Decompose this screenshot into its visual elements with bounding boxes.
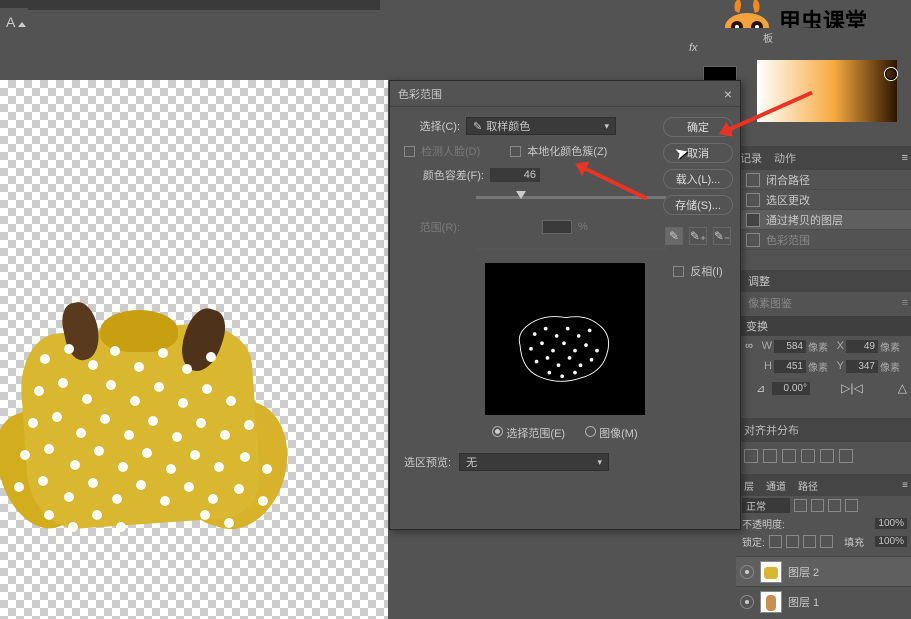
tab-history[interactable]: 记录 [740, 150, 762, 166]
filter-icon[interactable] [828, 499, 841, 512]
filter-icon[interactable] [811, 499, 824, 512]
history-panel: 闭合路径 选区更改 通过拷贝的图层 色彩范围 [736, 170, 911, 250]
layer-thumbnail[interactable] [760, 591, 782, 613]
load-button[interactable]: 载入(L)... [663, 169, 733, 189]
y-input[interactable]: 347 [846, 360, 878, 373]
layer-name[interactable]: 图层 1 [788, 594, 819, 610]
align-icon[interactable] [839, 449, 853, 463]
align-icon[interactable] [820, 449, 834, 463]
flyout-menu-icon[interactable]: ≡ [902, 297, 905, 309]
dialog-titlebar[interactable]: 色彩范围 × [390, 81, 740, 107]
path-tool-icon[interactable] [18, 22, 26, 27]
radio-image[interactable]: 图像(M) [585, 425, 638, 441]
eyedropper-icon: ✎ [473, 120, 482, 133]
color-field[interactable] [757, 60, 897, 122]
layer-row[interactable]: 图层 1 [736, 586, 911, 616]
flyout-menu-icon[interactable]: ≡ [902, 480, 905, 491]
lock-icon[interactable] [820, 535, 833, 548]
save-button[interactable]: 存储(S)... [663, 195, 733, 215]
align-icon[interactable] [782, 449, 796, 463]
blend-mode-select[interactable]: 正常 [742, 498, 790, 513]
visibility-icon[interactable] [740, 595, 754, 609]
close-icon[interactable]: × [724, 86, 732, 102]
adjustments-tab-row: 调整 [736, 270, 911, 292]
align-panel [736, 442, 911, 470]
angle-input[interactable]: 0.00° [772, 382, 810, 395]
fx-label: fx [689, 42, 698, 54]
fuzziness-input[interactable]: 46 [490, 168, 540, 182]
align-header: 对齐并分布 [736, 418, 911, 442]
select-method-dropdown[interactable]: ✎ 取样颜色 ▾ [466, 117, 616, 135]
selection-preview [485, 263, 645, 415]
radio-selection[interactable]: 选择范围(E) [492, 425, 565, 441]
width-input[interactable]: 584 [774, 340, 806, 353]
color-range-dialog: 色彩范围 × 选择(C): ✎ 取样颜色 ▾ 检测人脸(D) 本地化颜色簇(Z)… [389, 80, 741, 530]
slider-handle-icon[interactable] [516, 191, 526, 199]
localized-checkbox[interactable] [510, 146, 521, 157]
swatches-row: 像素图鉴 ≡ [736, 292, 911, 314]
tab-actions[interactable]: 动作 [774, 150, 796, 166]
history-item[interactable]: 闭合路径 [736, 170, 911, 190]
x-input[interactable]: 49 [846, 340, 878, 353]
align-icon[interactable] [763, 449, 777, 463]
layers-list: 图层 2 图层 1 [736, 556, 911, 616]
tab-channels[interactable]: 通道 [766, 478, 786, 493]
flip-h-icon[interactable]: ▷|◁ [841, 381, 863, 395]
filter-icon[interactable] [845, 499, 858, 512]
transform-panel: ∞ W 584 像素 X 49 像素 H 451 像素 Y 347 像素 ⊿ 0… [736, 336, 911, 398]
lock-icon[interactable] [803, 535, 816, 548]
dialog-title: 色彩范围 [398, 86, 442, 102]
range-swatch [542, 220, 572, 234]
layer-row[interactable]: 图层 2 [736, 556, 911, 586]
link-icon[interactable]: ∞ [742, 340, 756, 352]
select-label: 选择(C): [404, 118, 460, 134]
preview-label: 选区预览: [404, 454, 451, 470]
eyedropper-icon[interactable]: ✎ [665, 227, 683, 245]
flip-v-icon[interactable]: △ [898, 381, 907, 395]
tab-adjustments[interactable]: 调整 [748, 273, 770, 289]
history-item[interactable]: 选区更改 [736, 190, 911, 210]
height-input[interactable]: 451 [774, 360, 806, 373]
flyout-menu-icon[interactable]: ≡ [902, 152, 905, 164]
layer-thumbnail[interactable] [760, 561, 782, 583]
visibility-icon[interactable] [740, 565, 754, 579]
lock-icon[interactable] [786, 535, 799, 548]
layer-name[interactable]: 图层 2 [788, 564, 819, 580]
detect-faces-checkbox [404, 146, 415, 157]
eyedropper-add-icon[interactable]: ✎₊ [689, 227, 707, 245]
panel-tabs-history: 记录 动作 ≡ [736, 146, 911, 170]
lock-icon[interactable] [769, 535, 782, 548]
invert-checkbox[interactable] [673, 266, 684, 277]
history-item[interactable]: 通过拷贝的图层 [736, 210, 911, 230]
eyedropper-sub-icon[interactable]: ✎₋ [713, 227, 731, 245]
layer-options: 正常 不透明度: 100% 锁定: 填充 100% [736, 496, 911, 550]
chevron-down-icon: ▾ [604, 121, 609, 132]
opacity-input[interactable]: 100% [875, 518, 907, 529]
tab-paths[interactable]: 路径 [798, 478, 818, 493]
chevron-down-icon: ▾ [598, 457, 603, 468]
history-item[interactable]: 色彩范围 [736, 230, 911, 250]
filter-icon[interactable] [794, 499, 807, 512]
layer-content-shirt [0, 300, 282, 578]
panel-tabs-layers: 层 通道 路径 ≡ [736, 474, 911, 496]
fill-input[interactable]: 100% [875, 536, 907, 547]
angle-icon: ⊿ [756, 382, 768, 395]
fuzziness-label: 颜色容差(F): [404, 167, 484, 183]
tab-layers[interactable]: 层 [744, 478, 754, 493]
color-picker-ring-icon[interactable] [885, 68, 897, 80]
transform-header: 变换 [736, 316, 911, 336]
align-icon[interactable] [744, 449, 758, 463]
canvas[interactable] [0, 80, 388, 619]
selection-preview-dropdown[interactable]: 无 ▾ [459, 453, 609, 471]
range-label: 范围(R): [404, 219, 460, 235]
text-tool-icon[interactable]: A [6, 14, 15, 30]
align-icon[interactable] [801, 449, 815, 463]
